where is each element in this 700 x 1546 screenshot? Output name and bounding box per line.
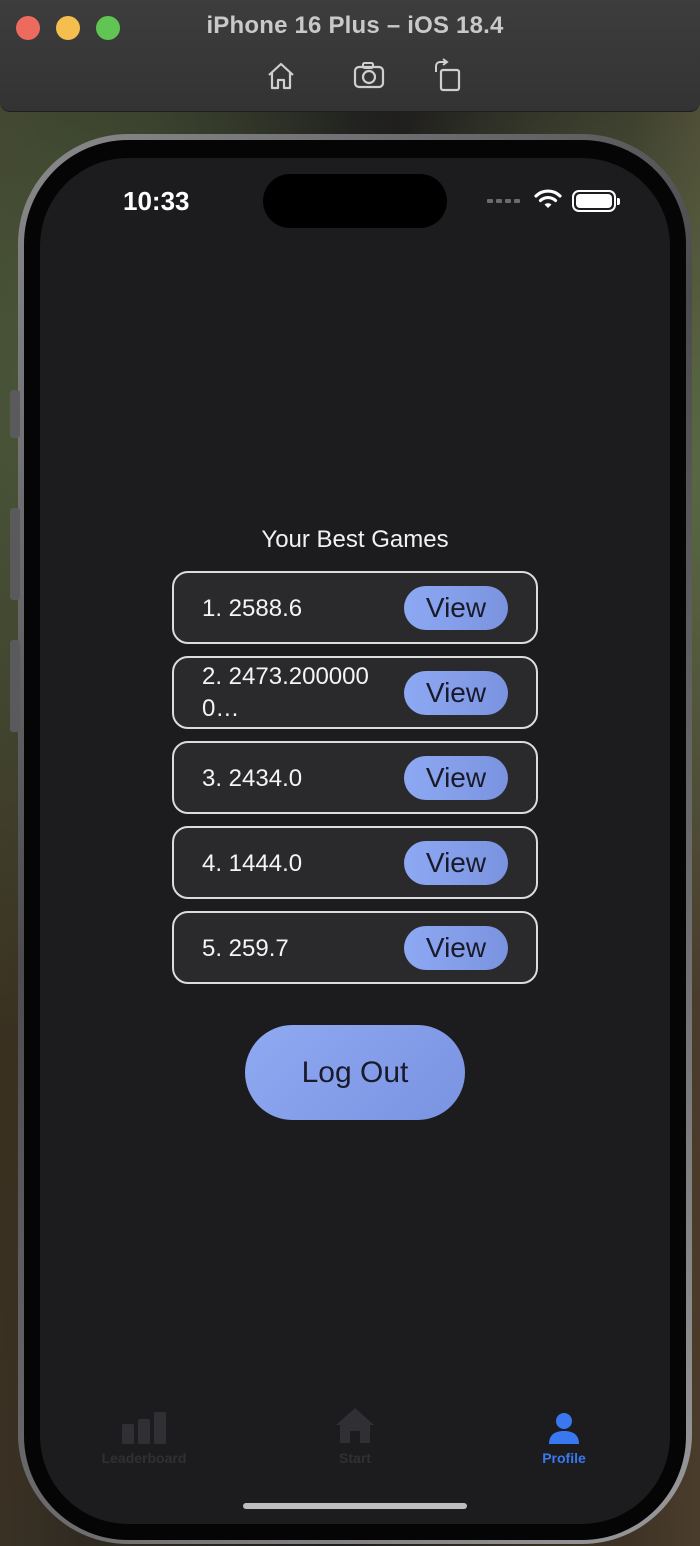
list-item: 5. 259.7 View <box>172 911 538 984</box>
simulator-toolbar <box>0 58 700 94</box>
list-item: 2. 2473.2000000… View <box>172 656 538 729</box>
tab-bar: Leaderboard Start Profile <box>40 1404 670 1474</box>
view-game-button[interactable]: View <box>404 756 508 800</box>
chart-bars-icon <box>64 1404 224 1444</box>
view-game-button[interactable]: View <box>404 671 508 715</box>
home-icon[interactable] <box>263 58 299 94</box>
volume-down-button <box>10 640 20 732</box>
action-button <box>10 390 20 438</box>
view-game-button[interactable]: View <box>404 926 508 970</box>
simulator-titlebar: iPhone 16 Plus – iOS 18.4 <box>0 0 700 112</box>
home-indicator <box>243 1503 467 1509</box>
wifi-icon <box>534 188 562 215</box>
game-score-label: 3. 2434.0 <box>202 765 303 792</box>
best-games-list: 1. 2588.6 View 2. 2473.2000000… View 3. … <box>172 571 538 996</box>
status-icons <box>487 188 620 215</box>
list-item: 4. 1444.0 View <box>172 826 538 899</box>
tab-profile[interactable]: Profile <box>484 1404 644 1466</box>
dynamic-island <box>263 174 447 228</box>
game-score-label: 2. 2473.2000000… <box>202 663 369 722</box>
house-icon <box>275 1404 435 1444</box>
tab-start[interactable]: Start <box>275 1404 435 1466</box>
view-game-button[interactable]: View <box>404 586 508 630</box>
best-games-title: Your Best Games <box>261 526 449 553</box>
tab-label: Profile <box>542 1450 586 1466</box>
simulator-title: iPhone 16 Plus – iOS 18.4 <box>206 12 504 39</box>
battery-icon <box>572 190 620 212</box>
tab-label: Start <box>339 1450 371 1466</box>
list-item: 1. 2588.6 View <box>172 571 538 644</box>
game-score-label: 1. 2588.6 <box>202 595 303 622</box>
tab-leaderboard[interactable]: Leaderboard <box>64 1404 224 1466</box>
game-score-label: 5. 259.7 <box>202 935 289 962</box>
tab-label: Leaderboard <box>101 1450 187 1466</box>
phone-screen: 10:33 Your Best Games 1. 2588.6 View 2. … <box>40 158 670 1524</box>
volume-up-button <box>10 508 20 600</box>
view-game-button[interactable]: View <box>404 841 508 885</box>
list-item: 3. 2434.0 View <box>172 741 538 814</box>
game-score-label: 4. 1444.0 <box>202 850 303 877</box>
screenshot-icon[interactable] <box>351 58 387 94</box>
person-icon <box>484 1404 644 1444</box>
logout-button[interactable]: Log Out <box>245 1025 465 1120</box>
cellular-dots-icon <box>487 199 520 203</box>
rotate-icon[interactable] <box>431 58 467 94</box>
status-time: 10:33 <box>123 186 190 216</box>
